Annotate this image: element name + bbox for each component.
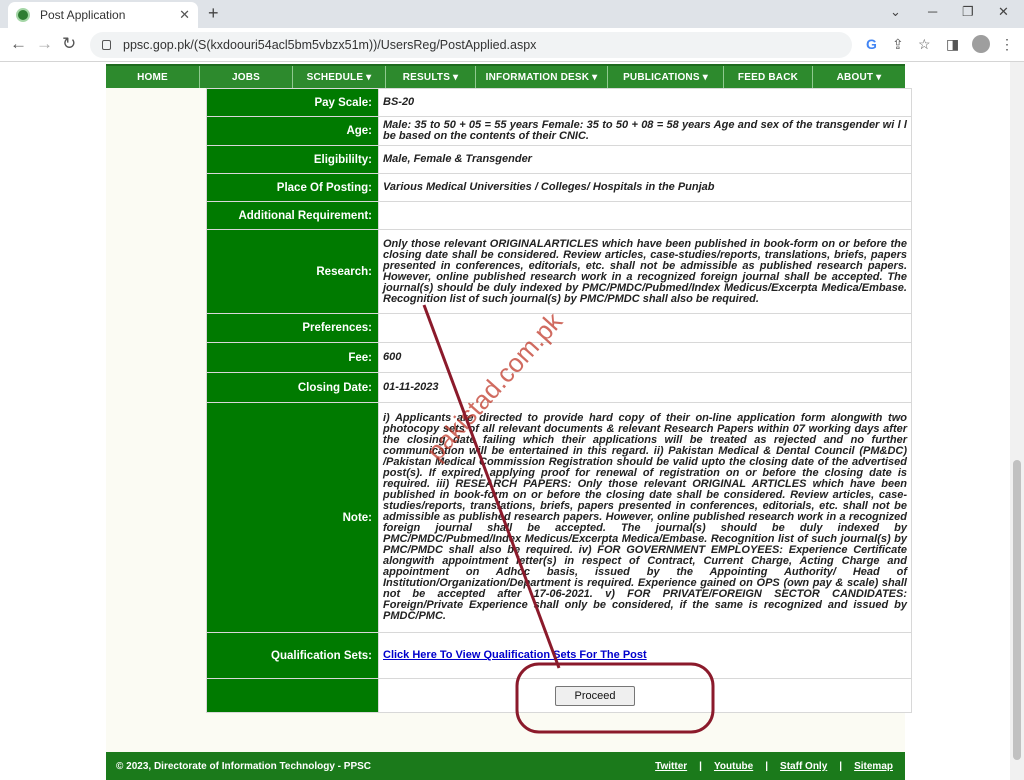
tab-title: Post Application <box>40 8 126 22</box>
footer-link-youtube[interactable]: Youtube <box>714 761 753 772</box>
research-value: Only those relevant ORIGINALARTICLES whi… <box>378 229 912 314</box>
research-row: Research: Only those relevant ORIGINALAR… <box>206 229 912 314</box>
view-qualification-sets-link[interactable]: Click Here To View Qualification Sets Fo… <box>383 649 647 661</box>
note-value: i) Applicants are directed to provide ha… <box>378 402 912 633</box>
proceed-row-label <box>206 678 379 713</box>
qualification-sets-row: Qualification Sets: Click Here To View Q… <box>206 632 912 679</box>
side-panel-icon[interactable]: ◨ <box>946 36 959 53</box>
additional-requirement-row: Additional Requirement: <box>206 201 912 230</box>
qualification-sets-label: Qualification Sets: <box>206 632 379 679</box>
browser-tab[interactable]: Post Application ✕ <box>8 2 198 28</box>
proceed-row: Proceed <box>206 678 912 713</box>
nav-publications[interactable]: PUBLICATIONS ▾ <box>608 66 724 88</box>
footer-links: Twitter | Youtube | Staff Only | Sitemap <box>655 761 893 772</box>
reload-button[interactable]: ↻ <box>62 34 76 54</box>
fee-label: Fee: <box>206 342 379 373</box>
nav-feedback[interactable]: FEED BACK <box>724 66 813 88</box>
url-text: ppsc.gop.pk/(S(kxdoouri54acl5bm5vbzx51m)… <box>123 38 537 52</box>
closing-date-row: Closing Date: 01-11-2023 <box>206 372 912 403</box>
bookmark-star-icon[interactable]: ☆ <box>918 36 931 53</box>
post-details-panel: Pay Scale: BS-20 Age: Male: 35 to 50 + 0… <box>106 88 912 752</box>
note-row: Note: i) Applicants are directed to prov… <box>206 402 912 633</box>
share-icon[interactable]: ⇪ <box>892 36 904 53</box>
note-label: Note: <box>206 402 379 633</box>
nav-information-desk[interactable]: INFORMATION DESK ▾ <box>476 66 608 88</box>
address-bar[interactable]: ppsc.gop.pk/(S(kxdoouri54acl5bm5vbzx51m)… <box>90 32 852 58</box>
fee-value: 600 <box>378 342 912 373</box>
preferences-label: Preferences: <box>206 313 379 343</box>
footer-link-staff-only[interactable]: Staff Only <box>780 761 827 772</box>
eligibility-value: Male, Female & Transgender <box>378 145 912 174</box>
tab-close-icon[interactable]: ✕ <box>179 7 190 23</box>
additional-requirement-value <box>378 201 912 230</box>
research-label: Research: <box>206 229 379 314</box>
preferences-value <box>378 313 912 343</box>
additional-requirement-label: Additional Requirement: <box>206 201 379 230</box>
place-of-posting-row: Place Of Posting: Various Medical Univer… <box>206 173 912 202</box>
page-viewport: HOME JOBS SCHEDULE ▾ RESULTS ▾ INFORMATI… <box>0 62 1010 780</box>
nav-schedule[interactable]: SCHEDULE ▾ <box>293 66 386 88</box>
footer-link-sitemap[interactable]: Sitemap <box>854 761 893 772</box>
nav-home[interactable]: HOME <box>106 66 200 88</box>
site-footer: © 2023, Directorate of Information Techn… <box>106 752 905 780</box>
closing-date-value: 01-11-2023 <box>378 372 912 403</box>
footer-separator: | <box>765 761 769 772</box>
eligibility-label: Eligibililty: <box>206 145 379 174</box>
tab-search-chevron-icon[interactable]: ⌄ <box>890 4 901 20</box>
pay-scale-row: Pay Scale: BS-20 <box>206 88 912 117</box>
google-icon[interactable]: G <box>866 36 877 52</box>
forward-button[interactable]: → <box>36 34 53 54</box>
browser-toolbar: ← → ↻ ppsc.gop.pk/(S(kxdoouri54acl5bm5vb… <box>0 28 1024 62</box>
restore-window-button[interactable]: ❐ <box>962 4 974 20</box>
profile-avatar[interactable] <box>972 35 990 53</box>
pay-scale-value: BS-20 <box>378 88 912 117</box>
eligibility-row: Eligibililty: Male, Female & Transgender <box>206 145 912 174</box>
ppsc-favicon-icon <box>16 8 30 22</box>
post-details-table: Pay Scale: BS-20 Age: Male: 35 to 50 + 0… <box>206 88 912 713</box>
fee-row: Fee: 600 <box>206 342 912 373</box>
footer-link-twitter[interactable]: Twitter <box>655 761 687 772</box>
proceed-button[interactable]: Proceed <box>555 685 635 706</box>
place-of-posting-label: Place Of Posting: <box>206 173 379 202</box>
new-tab-button[interactable]: + <box>208 3 219 24</box>
nav-results[interactable]: RESULTS ▾ <box>386 66 476 88</box>
age-value: Male: 35 to 50 + 05 = 55 years Female: 3… <box>378 116 912 146</box>
preferences-row: Preferences: <box>206 313 912 343</box>
proceed-cell: Proceed <box>378 678 912 713</box>
scrollbar-thumb[interactable] <box>1013 460 1021 760</box>
pay-scale-label: Pay Scale: <box>206 88 379 117</box>
footer-copyright: © 2023, Directorate of Information Techn… <box>116 760 372 772</box>
minimize-window-button[interactable]: ─ <box>928 4 937 19</box>
close-window-button[interactable]: ✕ <box>998 4 1009 20</box>
age-row: Age: Male: 35 to 50 + 05 = 55 years Fema… <box>206 116 912 146</box>
lock-icon[interactable] <box>102 40 111 50</box>
back-button[interactable]: ← <box>10 34 27 54</box>
main-nav: HOME JOBS SCHEDULE ▾ RESULTS ▾ INFORMATI… <box>106 64 905 88</box>
footer-separator: | <box>839 761 843 772</box>
vertical-scrollbar[interactable] <box>1010 62 1024 780</box>
nav-jobs[interactable]: JOBS <box>200 66 293 88</box>
closing-date-label: Closing Date: <box>206 372 379 403</box>
browser-tab-bar: Post Application ✕ + ⌄ ─ ❐ ✕ <box>0 0 1024 28</box>
qualification-sets-cell: Click Here To View Qualification Sets Fo… <box>378 632 912 679</box>
more-menu-icon[interactable]: ⋮ <box>1000 36 1014 53</box>
place-of-posting-value: Various Medical Universities / Colleges/… <box>378 173 912 202</box>
nav-about[interactable]: ABOUT ▾ <box>813 66 905 88</box>
footer-separator: | <box>699 761 702 772</box>
age-label: Age: <box>206 116 379 146</box>
